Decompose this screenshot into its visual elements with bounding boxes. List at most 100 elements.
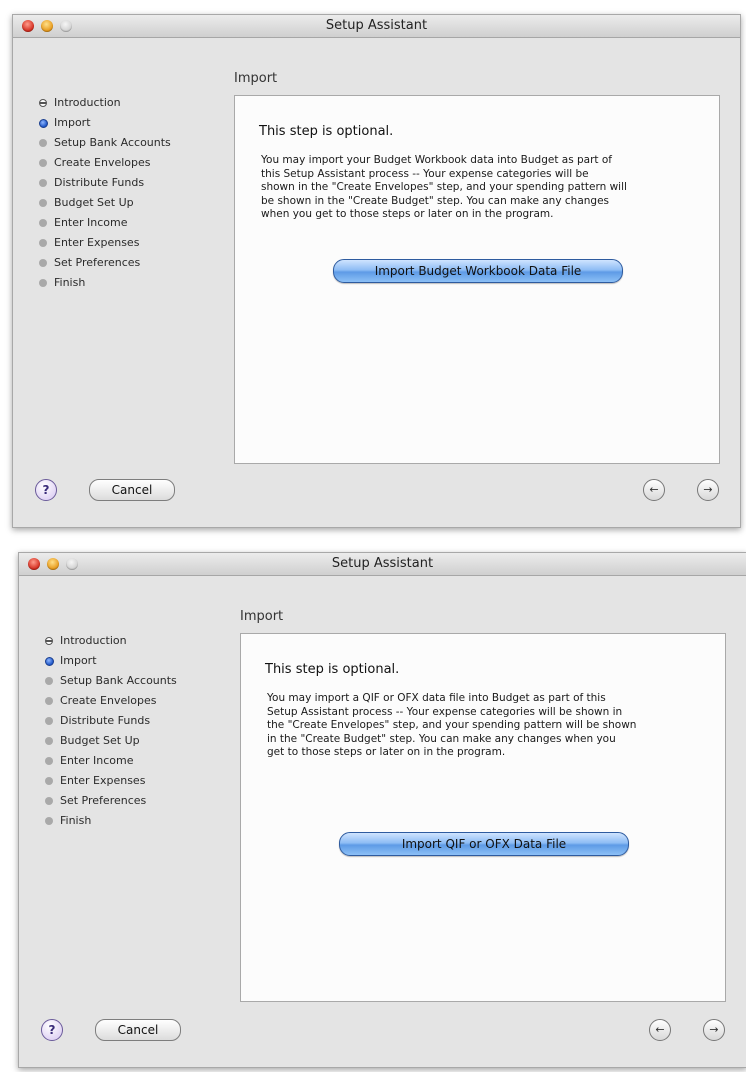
step-label: Enter Income bbox=[60, 754, 134, 767]
step-pending-icon bbox=[45, 797, 53, 805]
step-current-icon bbox=[39, 119, 48, 128]
step-pending-icon bbox=[39, 239, 47, 247]
forward-arrow-icon: → bbox=[709, 1023, 719, 1036]
step-setup-bank-accounts: Setup Bank Accounts bbox=[45, 673, 177, 693]
step-complete-icon bbox=[45, 637, 53, 645]
setup-assistant-window-2: Setup Assistant Import Introduction Impo… bbox=[18, 552, 746, 1068]
optional-step-heading: This step is optional. bbox=[265, 662, 400, 677]
help-button[interactable]: ? bbox=[41, 1019, 63, 1041]
step-label: Distribute Funds bbox=[60, 714, 151, 727]
step-pending-icon bbox=[39, 279, 47, 287]
step-pending-icon bbox=[39, 159, 47, 167]
step-distribute-funds: Distribute Funds bbox=[39, 175, 171, 195]
import-description: You may import a QIF or OFX data file in… bbox=[267, 692, 707, 760]
step-list: Introduction Import Setup Bank Accounts … bbox=[39, 95, 171, 295]
step-label: Import bbox=[60, 654, 97, 667]
step-pending-icon bbox=[39, 219, 47, 227]
step-create-envelopes: Create Envelopes bbox=[45, 693, 177, 713]
description-line: be shown in the "Create Budget" step. Yo… bbox=[261, 194, 610, 207]
step-enter-expenses: Enter Expenses bbox=[45, 773, 177, 793]
step-pending-icon bbox=[39, 179, 47, 187]
step-label: Introduction bbox=[54, 96, 121, 109]
step-label: Set Preferences bbox=[60, 794, 147, 807]
title-bar: Setup Assistant bbox=[13, 15, 740, 38]
step-label: Budget Set Up bbox=[54, 196, 134, 209]
back-arrow-icon: ← bbox=[655, 1023, 665, 1036]
step-label: Enter Expenses bbox=[60, 774, 146, 787]
step-pending-icon bbox=[45, 677, 53, 685]
step-import: Import bbox=[39, 115, 171, 135]
step-pending-icon bbox=[45, 697, 53, 705]
step-set-preferences: Set Preferences bbox=[39, 255, 171, 275]
description-line: in the "Create Budget" step. You can mak… bbox=[267, 732, 616, 745]
next-button[interactable]: → bbox=[703, 1019, 725, 1041]
step-label: Import bbox=[54, 116, 91, 129]
description-line: when you get to those steps or later on … bbox=[261, 208, 554, 221]
step-import: Import bbox=[45, 653, 177, 673]
step-label: Create Envelopes bbox=[60, 694, 157, 707]
step-current-icon bbox=[45, 657, 54, 666]
step-label: Distribute Funds bbox=[54, 176, 145, 189]
step-budget-set-up: Budget Set Up bbox=[39, 195, 171, 215]
help-button[interactable]: ? bbox=[35, 479, 57, 501]
step-finish: Finish bbox=[39, 275, 171, 295]
step-introduction: Introduction bbox=[45, 633, 177, 653]
description-line: get to those steps or later on in the pr… bbox=[267, 746, 506, 759]
step-distribute-funds: Distribute Funds bbox=[45, 713, 177, 733]
description-line: shown in the "Create Envelopes" step, an… bbox=[261, 181, 627, 194]
step-enter-income: Enter Income bbox=[45, 753, 177, 773]
next-button[interactable]: → bbox=[697, 479, 719, 501]
optional-step-heading: This step is optional. bbox=[259, 124, 394, 139]
import-description: You may import your Budget Workbook data… bbox=[261, 154, 701, 222]
section-title: Import bbox=[240, 609, 284, 624]
content-panel: This step is optional. You may import yo… bbox=[234, 95, 720, 464]
title-bar: Setup Assistant bbox=[19, 553, 746, 576]
import-qif-ofx-button[interactable]: Import QIF or OFX Data File bbox=[339, 832, 629, 856]
window-title: Setup Assistant bbox=[331, 556, 434, 571]
step-pending-icon bbox=[39, 259, 47, 267]
step-label: Enter Expenses bbox=[54, 236, 140, 249]
cancel-button[interactable]: Cancel bbox=[95, 1019, 181, 1041]
step-label: Set Preferences bbox=[54, 256, 141, 269]
step-finish: Finish bbox=[45, 813, 177, 833]
step-label: Setup Bank Accounts bbox=[60, 674, 177, 687]
step-label: Create Envelopes bbox=[54, 156, 151, 169]
description-line: the "Create Envelopes" step, and your sp… bbox=[267, 719, 637, 732]
step-label: Enter Income bbox=[54, 216, 128, 229]
step-pending-icon bbox=[45, 817, 53, 825]
setup-assistant-window-1: Setup Assistant Import Introduction Impo… bbox=[12, 14, 741, 528]
step-complete-icon bbox=[39, 99, 47, 107]
step-enter-income: Enter Income bbox=[39, 215, 171, 235]
step-pending-icon bbox=[39, 139, 47, 147]
content-panel: This step is optional. You may import a … bbox=[240, 633, 726, 1002]
back-button[interactable]: ← bbox=[649, 1019, 671, 1041]
step-setup-bank-accounts: Setup Bank Accounts bbox=[39, 135, 171, 155]
step-pending-icon bbox=[45, 737, 53, 745]
step-label: Introduction bbox=[60, 634, 127, 647]
step-label: Budget Set Up bbox=[60, 734, 140, 747]
section-title: Import bbox=[234, 71, 278, 86]
step-pending-icon bbox=[45, 777, 53, 785]
step-set-preferences: Set Preferences bbox=[45, 793, 177, 813]
import-workbook-button[interactable]: Import Budget Workbook Data File bbox=[333, 259, 623, 283]
step-label: Setup Bank Accounts bbox=[54, 136, 171, 149]
back-button[interactable]: ← bbox=[643, 479, 665, 501]
step-pending-icon bbox=[45, 757, 53, 765]
step-pending-icon bbox=[39, 199, 47, 207]
cancel-button[interactable]: Cancel bbox=[89, 479, 175, 501]
description-line: Setup Assistant process -- Your expense … bbox=[267, 705, 623, 718]
step-introduction: Introduction bbox=[39, 95, 171, 115]
step-label: Finish bbox=[60, 814, 92, 827]
back-arrow-icon: ← bbox=[649, 483, 659, 496]
step-create-envelopes: Create Envelopes bbox=[39, 155, 171, 175]
description-line: You may import a QIF or OFX data file in… bbox=[267, 692, 606, 704]
forward-arrow-icon: → bbox=[703, 483, 713, 496]
window-title: Setup Assistant bbox=[325, 18, 428, 33]
description-line: this Setup Assistant process -- Your exp… bbox=[261, 167, 589, 180]
step-enter-expenses: Enter Expenses bbox=[39, 235, 171, 255]
step-list: Introduction Import Setup Bank Accounts … bbox=[45, 633, 177, 833]
description-line: You may import your Budget Workbook data… bbox=[261, 154, 613, 166]
step-label: Finish bbox=[54, 276, 86, 289]
step-pending-icon bbox=[45, 717, 53, 725]
step-budget-set-up: Budget Set Up bbox=[45, 733, 177, 753]
